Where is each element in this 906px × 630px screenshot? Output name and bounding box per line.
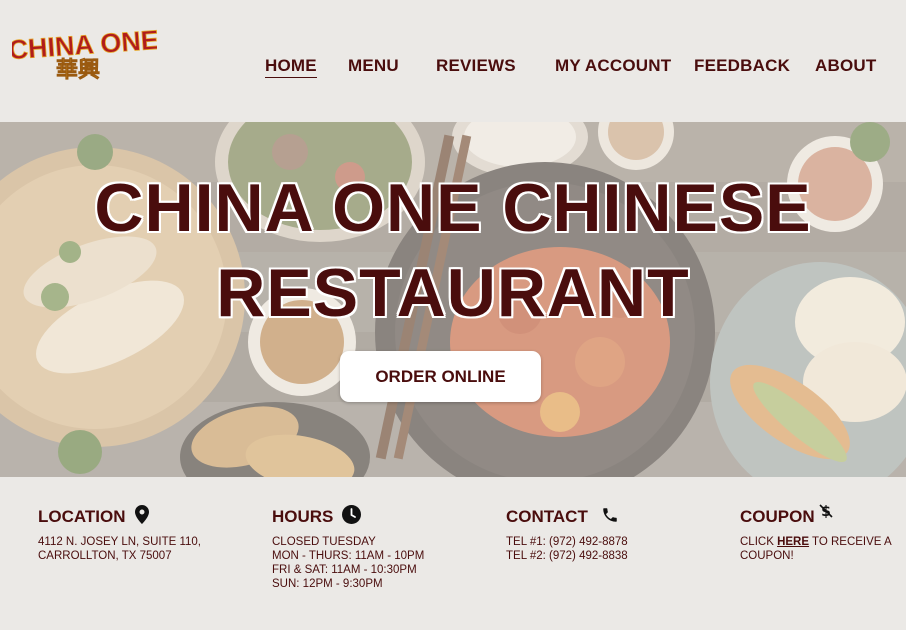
coupon-block: COUPON $ CLICK HERE TO RECEIVE A COUPON! [740,502,892,563]
phone-icon [601,506,619,529]
nav-my-account[interactable]: MY ACCOUNT [555,56,671,76]
coupon-prefix: CLICK [740,536,778,548]
nav-home[interactable]: HOME [265,56,317,78]
order-online-button[interactable]: ORDER ONLINE [340,351,541,402]
coupon-here-link[interactable]: HERE [777,536,809,548]
phone-number-1[interactable]: TEL #1: (972) 492-8878 [506,535,628,549]
nav-about[interactable]: ABOUT [815,56,876,76]
nav-menu[interactable]: MENU [348,56,399,76]
address-line-1: 4112 N. JOSEY LN, SUITE 110, [38,536,201,548]
phone-number-2[interactable]: TEL #2: (972) 492-8838 [506,549,628,563]
hero-title-line2: RESTAURANT [216,255,690,331]
coupon-line-2: COUPON! [740,550,794,562]
nav-reviews[interactable]: REVIEWS [436,56,516,76]
contact-heading: CONTACT [506,507,588,526]
hours-sunday: SUN: 12PM - 9:30PM [272,578,383,590]
clock-icon [342,505,362,529]
address-line-2: CARROLLTON, TX 75007 [38,550,172,562]
hours-closed-day: CLOSED TUESDAY [272,536,376,548]
location-block: LOCATION 4112 N. JOSEY LN, SUITE 110, CA… [38,505,201,563]
hours-fri-sat: FRI & SAT: 11AM - 10:30PM [272,564,417,576]
nav-feedback[interactable]: FEEDBACK [694,56,790,76]
main-nav: HOME MENU REVIEWS MY ACCOUNT FEEDBACK AB… [0,56,906,80]
hero-banner: CHINA ONE CHINESE RESTAURANT ORDER ONLIN… [0,122,906,477]
coupon-heading: COUPON [740,507,815,526]
hours-heading: HOURS [272,507,334,526]
hero-title-line1: CHINA ONE CHINESE [94,170,812,246]
hours-weekday: MON - THURS: 11AM - 10PM [272,550,425,562]
location-heading: LOCATION [38,507,126,526]
hours-block: HOURS CLOSED TUESDAY MON - THURS: 11AM -… [272,505,424,591]
contact-block: CONTACT TEL #1: (972) 492-8878 TEL #2: (… [506,505,628,563]
map-pin-icon [134,505,149,529]
site-header: CHINA ONE 華興 HOME MENU REVIEWS MY ACCOUN… [0,0,906,122]
no-dollar-icon: $ [817,502,835,525]
info-section: LOCATION 4112 N. JOSEY LN, SUITE 110, CA… [0,477,906,630]
coupon-suffix: TO RECEIVE A [809,536,892,548]
